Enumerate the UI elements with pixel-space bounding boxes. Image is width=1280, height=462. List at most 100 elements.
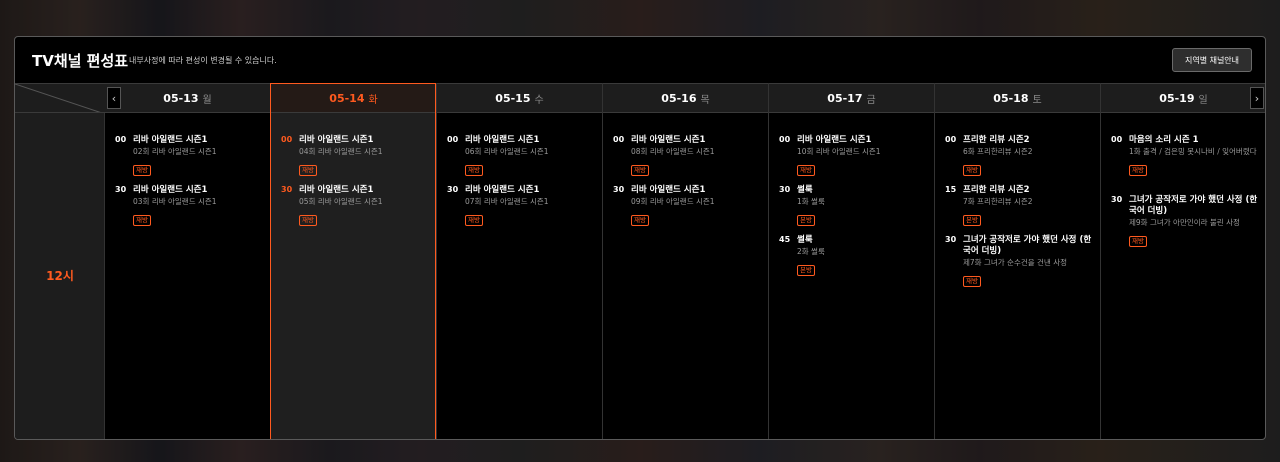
broadcast-badge: 재방 [299,165,317,176]
program-title: 리바 아일랜드 시즌1 [631,135,706,145]
program-minute: 45 [779,235,791,244]
broadcast-badge: 재방 [465,165,483,176]
program-item[interactable]: 30 리바 아일랜드 시즌1 03회 리바 아일랜드 시즌1 재방 [115,185,265,226]
day-header[interactable]: 05-17 금 [769,83,934,113]
corner-diagonal-icon [15,84,101,112]
day-of-week: 수 [534,94,544,106]
broadcast-badge: 재방 [133,215,151,226]
program-title: 리바 아일랜드 시즌1 [465,135,540,145]
program-item[interactable]: 00 리바 아일랜드 시즌1 08회 리바 아일랜드 시즌1 재방 [613,135,763,176]
day-column: 05-15 수 00 리바 아일랜드 시즌1 06회 리바 아일랜드 시즌1 재방 30 리바… [437,83,603,439]
broadcast-badge: 본방 [797,215,815,226]
region-channel-button[interactable]: 지역별 채널안내 [1172,48,1252,72]
day-date: 05-18 [993,91,1029,105]
schedule-header: TV채널 편성표 내부사정에 따라 편성이 변경될 수 있습니다. 지역별 채널… [15,37,1265,83]
program-minute: 00 [779,135,791,144]
program-episode: 제7화 그녀가 순수건을 건낸 사정 [963,258,1068,267]
day-column: 05-13 월 00 리바 아일랜드 시즌1 02회 리바 아일랜드 시즌1 재방 30 리바… [105,83,271,439]
day-date: 05-15 [495,91,531,105]
day-date: 05-19 [1159,91,1195,105]
program-minute: 30 [447,185,459,194]
day-of-week: 화 [368,94,378,106]
program-item[interactable]: 30 그녀가 공작저로 가야 했던 사정 (한국어 더빙) 제9화 그녀가 아만인이… [1111,195,1261,247]
program-episode: 7화 프리한리뷰 시즌2 [963,197,1033,206]
program-title: 리바 아일랜드 시즌1 [299,135,374,145]
day-header[interactable]: 05-15 수 [437,83,602,113]
broadcast-badge: 재방 [963,165,981,176]
program-minute: 30 [779,185,791,194]
program-item[interactable]: 45 썰룩 2화 썰룩 본방 [779,235,929,276]
day-of-week: 일 [1198,94,1208,106]
program-item[interactable]: 00 리바 아일랜드 시즌1 06회 리바 아일랜드 시즌1 재방 [447,135,597,176]
program-item[interactable]: 15 프리한 리뷰 시즌2 7화 프리한리뷰 시즌2 본방 [945,185,1095,226]
hour-column: 12시 [15,113,105,439]
page-title: TV채널 편성표 [32,52,129,70]
program-episode: 1화 썰룩 [797,197,825,206]
day-column: 05-16 목 00 리바 아일랜드 시즌1 08회 리바 아일랜드 시즌1 재방 30 리바… [603,83,769,439]
program-episode: 6화 프리한리뷰 시즌2 [963,147,1033,156]
day-header[interactable]: 05-19 일 [1101,83,1265,113]
chevron-left-icon: ‹ [111,91,117,105]
day-of-week: 토 [1032,94,1042,106]
program-item[interactable]: 30 리바 아일랜드 시즌1 09회 리바 아일랜드 시즌1 재방 [613,185,763,226]
day-column: 05-18 토 00 프리한 리뷰 시즌2 6화 프리한리뷰 시즌2 재방 15 프리한 리뷰… [935,83,1101,439]
program-minute: 00 [281,135,293,144]
program-title: 리바 아일랜드 시즌1 [133,185,208,195]
program-episode: 09회 리바 아일랜드 시즌1 [631,197,715,206]
program-item[interactable]: 00 프리한 리뷰 시즌2 6화 프리한리뷰 시즌2 재방 [945,135,1095,176]
hour-label: 12시 [46,269,74,283]
program-item[interactable]: 30 리바 아일랜드 시즌1 05회 리바 아일랜드 시즌1 재방 [281,185,431,226]
program-episode: 10회 리바 아일랜드 시즌1 [797,147,881,156]
broadcast-badge: 재방 [133,165,151,176]
day-header[interactable]: 05-13 월 [105,83,270,113]
broadcast-badge: 재방 [797,165,815,176]
broadcast-badge: 본방 [797,265,815,276]
program-episode: 07회 리바 아일랜드 시즌1 [465,197,549,206]
day-header[interactable]: 05-14 화 [271,83,436,113]
program-item[interactable]: 30 리바 아일랜드 시즌1 07회 리바 아일랜드 시즌1 재방 [447,185,597,226]
program-item[interactable]: 30 그녀가 공작저로 가야 했던 사정 (한국어 더빙) 제7화 그녀가 순수건을… [945,235,1095,287]
day-column: 05-14 화 00 리바 아일랜드 시즌1 04회 리바 아일랜드 시즌1 재방 30 리바… [271,83,437,439]
program-episode: 06회 리바 아일랜드 시즌1 [465,147,549,156]
broadcast-badge: 재방 [963,276,981,287]
program-title: 프리한 리뷰 시즌2 [963,185,1030,195]
program-title: 리바 아일랜드 시즌1 [797,135,872,145]
day-header[interactable]: 05-18 토 [935,83,1100,113]
program-episode: 08회 리바 아일랜드 시즌1 [631,147,715,156]
day-header[interactable]: 05-16 목 [603,83,768,113]
grid-corner [15,83,105,113]
next-week-button[interactable]: › [1250,87,1264,109]
program-title: 리바 아일랜드 시즌1 [465,185,540,195]
program-episode: 제9화 그녀가 아만인이라 불린 사정 [1129,218,1240,227]
day-of-week: 월 [202,94,212,106]
program-minute: 30 [613,185,625,194]
day-date: 05-14 [329,91,365,105]
program-minute: 00 [447,135,459,144]
program-item[interactable]: 00 리바 아일랜드 시즌1 04회 리바 아일랜드 시즌1 재방 [281,135,431,176]
program-title: 리바 아일랜드 시즌1 [631,185,706,195]
day-of-week: 금 [866,94,876,106]
day-date: 05-16 [661,91,697,105]
program-title: 썰룩 [797,185,813,195]
program-episode: 05회 리바 아일랜드 시즌1 [299,197,383,206]
program-minute: 30 [945,235,957,244]
broadcast-badge: 재방 [631,215,649,226]
program-minute: 00 [1111,135,1123,144]
schedule-grid: 12시 ‹ › 05-13 월 00 리바 아일랜드 시즌1 02회 리바 아일랜드 시… [15,83,1265,439]
program-minute: 30 [281,185,293,194]
program-episode: 04회 리바 아일랜드 시즌1 [299,147,383,156]
day-column: 05-19 일 00 마음의 소리 시즌 1 1화 출격 / 검은밍 못시나비 / 잊어… [1101,83,1265,439]
program-minute: 00 [613,135,625,144]
program-item[interactable]: 30 썰룩 1화 썰룩본방 [779,185,929,226]
broadcast-badge: 재방 [299,215,317,226]
program-title: 그녀가 공작저로 가야 했던 사정 (한국어 더빙) [963,235,1092,256]
schedule-notice: 내부사정에 따라 편성이 변경될 수 있습니다. [129,56,277,65]
program-item[interactable]: 00 리바 아일랜드 시즌1 10회 리바 아일랜드 시즌1 재방 [779,135,929,176]
program-minute: 00 [945,135,957,144]
program-title: 썰룩 [797,235,813,245]
prev-week-button[interactable]: ‹ [107,87,121,109]
program-item[interactable]: 00 마음의 소리 시즌 1 1화 출격 / 검은밍 못시나비 / 잊어버렸다 재방 [1111,135,1261,176]
day-column: 05-17 금 00 리바 아일랜드 시즌1 10회 리바 아일랜드 시즌1 재방 30 썰룩… [769,83,935,439]
program-title: 리바 아일랜드 시즌1 [133,135,208,145]
program-item[interactable]: 00 리바 아일랜드 시즌1 02회 리바 아일랜드 시즌1 재방 [115,135,265,176]
